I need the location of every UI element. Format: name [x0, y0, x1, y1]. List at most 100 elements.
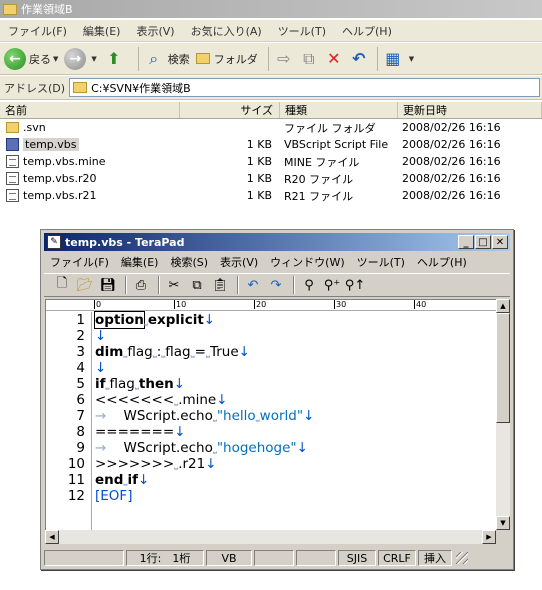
- maximize-button[interactable]: □: [475, 235, 491, 249]
- status-newline: CRLF: [378, 550, 416, 566]
- resize-grip[interactable]: [456, 552, 468, 564]
- explorer-toolbar: ← 戻る ▼ → ▼ ⬆ ⌕ 検索 フォルダ ⇨ ⧉ ✕ ↶ ▦ ▼: [0, 43, 542, 75]
- terapad-app-icon[interactable]: ✎: [47, 235, 61, 249]
- search-label: 検索: [167, 52, 190, 66]
- address-input[interactable]: C:¥SVN¥作業領域B: [69, 78, 540, 97]
- file-type: VBScript Script File: [284, 138, 389, 151]
- search-button[interactable]: ⌕ 検索: [143, 48, 190, 70]
- status-language: VB: [206, 550, 252, 566]
- menu-help[interactable]: ヘルプ(H): [334, 23, 400, 39]
- undo-icon[interactable]: ↶: [348, 48, 370, 70]
- file-row[interactable]: temp.vbs 1 KB VBScript Script File 2008/…: [0, 136, 542, 153]
- terapad-menu-bar: ファイル(F) 編集(E) 検索(S) 表示(V) ウィンドウ(W) ツール(T…: [44, 252, 510, 272]
- print-icon[interactable]: ⎙: [131, 275, 151, 295]
- status-insert-mode: 挿入: [418, 550, 452, 566]
- file-type: ファイル フォルダ: [284, 121, 376, 135]
- document-icon: [6, 155, 19, 168]
- scroll-down-arrow-icon[interactable]: ▼: [496, 516, 510, 530]
- file-date: 2008/02/26 16:16: [402, 138, 501, 151]
- file-size: 1 KB: [246, 172, 272, 185]
- menu-help[interactable]: ヘルプ(H): [411, 254, 473, 270]
- toolbar-separator: [137, 46, 139, 71]
- address-label: アドレス(D): [4, 81, 66, 95]
- copy-icon[interactable]: ⧉: [187, 275, 207, 295]
- close-button[interactable]: ✕: [492, 235, 508, 249]
- back-button[interactable]: ← 戻る ▼: [4, 47, 58, 70]
- up-folder-button[interactable]: ⬆: [103, 48, 128, 70]
- find-next-icon[interactable]: ⚲⁺: [322, 275, 342, 295]
- file-date: 2008/02/26 16:16: [402, 121, 501, 134]
- status-blank: [44, 550, 124, 566]
- menu-search[interactable]: 検索(S): [164, 254, 214, 270]
- move-to-icon[interactable]: ⇨: [273, 48, 295, 70]
- chevron-down-icon[interactable]: ▼: [53, 55, 58, 63]
- menu-favorites[interactable]: お気に入り(A): [183, 23, 270, 39]
- find-prev-icon[interactable]: ⚲↑: [345, 275, 365, 295]
- file-row[interactable]: .svn ファイル フォルダ 2008/02/26 16:16: [0, 119, 542, 136]
- editor-area[interactable]: 0 10 20 30 40 1 2 3 4 5 6 7 8 9 10 11 12…: [45, 299, 496, 530]
- file-list: .svn ファイル フォルダ 2008/02/26 16:16 temp.vbs…: [0, 119, 542, 204]
- code-text[interactable]: option ⎵ explicit ↓ ↓ dim ⎵ flag ⎵: ⎵ flag ⎵ = ⎵ Tru…: [94, 311, 495, 504]
- horizontal-scrollbar[interactable]: ◀ ▶: [45, 530, 496, 544]
- save-icon[interactable]: 💾︎: [98, 275, 118, 295]
- forward-button[interactable]: → ▼: [64, 47, 97, 70]
- scroll-up-arrow-icon[interactable]: ▲: [496, 299, 510, 313]
- column-date[interactable]: 更新日時: [398, 102, 542, 118]
- chevron-down-icon[interactable]: ▼: [409, 55, 414, 63]
- find-icon[interactable]: ⚲: [299, 275, 319, 295]
- menu-file[interactable]: ファイル(F): [0, 23, 75, 39]
- undo-icon[interactable]: ↶: [243, 275, 263, 295]
- vertical-scrollbar[interactable]: ▲ ▼: [496, 299, 510, 530]
- line-number: 10: [67, 456, 85, 472]
- scroll-thumb[interactable]: [496, 313, 510, 423]
- up-folder-icon: ⬆: [107, 49, 121, 68]
- menu-window[interactable]: ウィンドウ(W): [264, 254, 350, 270]
- menu-edit[interactable]: 編集(E): [115, 254, 165, 270]
- vbs-file-icon: [6, 138, 19, 151]
- menu-tools[interactable]: ツール(T): [351, 254, 411, 270]
- toolbar-separator: [237, 276, 239, 294]
- copy-to-icon[interactable]: ⧉: [298, 48, 320, 70]
- file-row[interactable]: temp.vbs.r20 1 KB R20 ファイル 2008/02/26 16…: [0, 170, 542, 187]
- file-date: 2008/02/26 16:16: [402, 172, 501, 185]
- menu-tools[interactable]: ツール(T): [270, 23, 334, 39]
- file-size: 1 KB: [246, 138, 272, 151]
- line-number: 11: [67, 472, 85, 488]
- address-bar: アドレス(D) C:¥SVN¥作業領域B: [0, 76, 542, 100]
- chevron-down-icon[interactable]: ▼: [91, 55, 96, 63]
- code-line: → WScript.echo ⎵ "hello ⎵ world" ↓: [95, 408, 315, 424]
- address-value: C:¥SVN¥作業領域B: [91, 81, 191, 95]
- column-type[interactable]: 種類: [280, 102, 398, 118]
- scroll-right-arrow-icon[interactable]: ▶: [482, 530, 496, 544]
- folders-button[interactable]: フォルダ: [195, 51, 258, 67]
- new-file-icon[interactable]: 🗋: [52, 275, 72, 295]
- menu-edit[interactable]: 編集(E): [75, 23, 129, 39]
- column-size[interactable]: サイズ: [180, 102, 280, 118]
- column-name[interactable]: 名前: [0, 102, 180, 118]
- explorer-title: 作業領域B: [21, 3, 73, 16]
- file-size: 1 KB: [246, 189, 272, 202]
- explorer-menu-bar: ファイル(F) 編集(E) 表示(V) お気に入り(A) ツール(T) ヘルプ(…: [0, 20, 542, 42]
- open-file-icon[interactable]: 📂︎: [75, 275, 95, 295]
- file-list-header: 名前 サイズ 種類 更新日時: [0, 102, 542, 119]
- minimize-button[interactable]: _: [458, 235, 474, 249]
- terapad-toolbar: 🗋 📂︎ 💾︎ ⎙ ✂ ⧉ 📋︎ ↶ ↷ ⚲ ⚲⁺ ⚲↑: [44, 273, 510, 297]
- column-ruler: 0 10 20 30 40: [46, 300, 496, 311]
- redo-icon[interactable]: ↷: [266, 275, 286, 295]
- cut-icon[interactable]: ✂: [164, 275, 184, 295]
- paste-icon[interactable]: 📋︎: [210, 275, 230, 295]
- delete-icon[interactable]: ✕: [323, 48, 345, 70]
- menu-file[interactable]: ファイル(F): [44, 254, 115, 270]
- menu-view[interactable]: 表示(V): [128, 23, 182, 39]
- terapad-title-bar[interactable]: ✎ temp.vbs - TeraPad _ □ ✕: [44, 233, 510, 251]
- file-row[interactable]: temp.vbs.r21 1 KB R21 ファイル 2008/02/26 16…: [0, 187, 542, 204]
- folders-label: フォルダ: [213, 52, 258, 66]
- toolbar-separator: [293, 276, 295, 294]
- views-icon[interactable]: ▦: [382, 48, 404, 70]
- code-line: ↓: [95, 360, 107, 376]
- menu-view[interactable]: 表示(V): [214, 254, 264, 270]
- scroll-left-arrow-icon[interactable]: ◀: [45, 530, 59, 544]
- file-row[interactable]: temp.vbs.mine 1 KB MINE ファイル 2008/02/26 …: [0, 153, 542, 170]
- line-number: 7: [76, 408, 85, 424]
- status-encoding: SJIS: [338, 550, 376, 566]
